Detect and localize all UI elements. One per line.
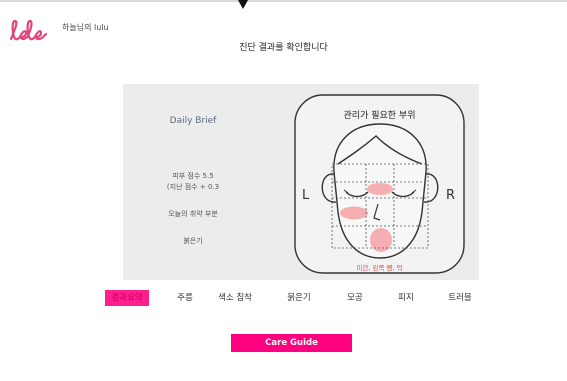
weak-area-label: 오늘의 취약 부분: [168, 210, 218, 218]
down-arrow-icon: [238, 0, 248, 9]
care-guide-button[interactable]: Care Guide: [231, 334, 352, 352]
score-change: (지난 점수 + 0.3: [166, 183, 220, 191]
face-map-title: 관리가 필요한 부위: [343, 111, 416, 121]
face-map-diagram: [294, 94, 465, 274]
user-name: 하늘님의 lulu: [62, 23, 109, 32]
top-divider: [0, 0, 567, 2]
category-tabs: 결과요약 주름 색소 침착 붉은기 모공 피지 트러블: [0, 290, 567, 306]
glabella-highlight: [367, 183, 393, 195]
page-title: 진단 결과를 확인합니다: [239, 43, 328, 53]
tab-pores[interactable]: 모공: [338, 290, 372, 306]
left-side-label: L: [302, 188, 310, 203]
left-cheek-highlight: [340, 206, 368, 220]
chin-highlight: [370, 228, 392, 252]
tab-trouble[interactable]: 트러블: [438, 290, 482, 306]
affected-areas: 미간, 왼쪽 뺨, 턱: [356, 264, 403, 272]
tab-sebum[interactable]: 피지: [389, 290, 423, 306]
daily-brief-title: Daily Brief: [169, 116, 217, 126]
tab-summary[interactable]: 결과요약: [105, 290, 149, 306]
skin-score: 피부 점수 5.5: [172, 172, 214, 180]
tab-pigmentation[interactable]: 색소 침착: [209, 290, 261, 306]
right-side-label: R: [446, 188, 456, 203]
tab-wrinkles[interactable]: 주름: [168, 290, 202, 306]
weak-area-value: 붉은기: [183, 237, 203, 245]
tab-redness[interactable]: 붉은기: [278, 290, 320, 306]
